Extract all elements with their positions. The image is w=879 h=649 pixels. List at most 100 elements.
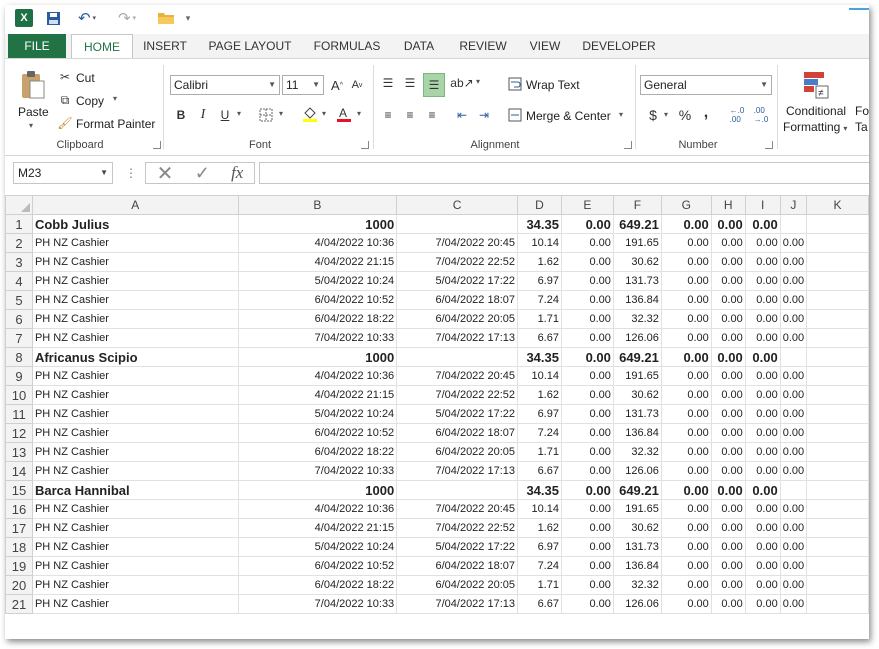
- cell[interactable]: 0.00: [779, 385, 808, 405]
- cell[interactable]: 0.00: [560, 423, 614, 443]
- cell[interactable]: 7/04/2022 17:13: [396, 328, 519, 348]
- cell[interactable]: 0.00: [710, 480, 746, 500]
- paste-button[interactable]: Paste: [18, 105, 49, 119]
- cell[interactable]: 0.00: [744, 423, 781, 443]
- row-header[interactable]: 21: [5, 594, 33, 614]
- row-header[interactable]: 20: [5, 575, 33, 595]
- column-header[interactable]: F: [612, 195, 662, 215]
- cell[interactable]: 0.00: [560, 537, 614, 557]
- cell[interactable]: 5/04/2022 10:24: [237, 271, 398, 291]
- cell[interactable]: 4/04/2022 10:36: [237, 499, 398, 519]
- cell[interactable]: 0.00: [779, 442, 808, 462]
- cell[interactable]: 7/04/2022 22:52: [396, 518, 519, 538]
- cell[interactable]: 0.00: [744, 499, 781, 519]
- cell[interactable]: 0.00: [560, 461, 614, 481]
- cell[interactable]: 0.00: [660, 385, 712, 405]
- cell[interactable]: 1.71: [517, 309, 562, 329]
- cell[interactable]: 0.00: [710, 518, 746, 538]
- font-dialog-launcher-icon[interactable]: [361, 141, 369, 149]
- cell[interactable]: 0.00: [744, 575, 781, 595]
- cell[interactable]: 0.00: [560, 328, 614, 348]
- wrap-text-icon[interactable]: [507, 75, 523, 93]
- cut-icon[interactable]: ✂: [57, 69, 73, 85]
- cell[interactable]: [806, 385, 869, 405]
- cell[interactable]: 0.00: [744, 290, 781, 310]
- cell[interactable]: 649.21: [612, 347, 662, 367]
- cell[interactable]: 4/04/2022 10:36: [237, 233, 398, 253]
- cell[interactable]: [806, 556, 869, 576]
- format-painter-icon[interactable]: 🖌: [57, 115, 73, 131]
- cell[interactable]: 0.00: [779, 309, 808, 329]
- cell[interactable]: 0.00: [710, 366, 746, 386]
- cell[interactable]: 0.00: [744, 537, 781, 557]
- cell[interactable]: 136.84: [612, 290, 662, 310]
- cell[interactable]: 0.00: [560, 480, 614, 500]
- cell[interactable]: 0.00: [660, 442, 712, 462]
- cell[interactable]: 0.00: [660, 594, 712, 614]
- select-all-corner[interactable]: [5, 195, 33, 215]
- cell[interactable]: 131.73: [612, 404, 662, 424]
- cell[interactable]: [806, 442, 869, 462]
- cell[interactable]: 0.00: [710, 442, 746, 462]
- row-header[interactable]: 16: [5, 499, 33, 519]
- orientation-dropdown-icon[interactable]: ▾: [476, 77, 480, 86]
- fill-color-icon[interactable]: [301, 103, 319, 125]
- currency-format-button[interactable]: $: [645, 105, 661, 125]
- cell[interactable]: 0.00: [710, 537, 746, 557]
- column-header[interactable]: A: [31, 195, 239, 215]
- cell[interactable]: 4/04/2022 21:15: [237, 518, 398, 538]
- cell[interactable]: PH NZ Cashier: [31, 556, 239, 576]
- cell[interactable]: PH NZ Cashier: [31, 385, 239, 405]
- cell[interactable]: 0.00: [779, 556, 808, 576]
- borders-icon[interactable]: [257, 105, 275, 125]
- cell[interactable]: [806, 480, 869, 500]
- cell[interactable]: 0.00: [660, 575, 712, 595]
- cell[interactable]: PH NZ Cashier: [31, 518, 239, 538]
- cell[interactable]: 0.00: [710, 499, 746, 519]
- cell[interactable]: 0.00: [744, 252, 781, 272]
- cell[interactable]: 0.00: [710, 594, 746, 614]
- column-header[interactable]: E: [560, 195, 614, 215]
- column-header[interactable]: D: [517, 195, 562, 215]
- column-header[interactable]: H: [710, 195, 746, 215]
- row-header[interactable]: 18: [5, 537, 33, 557]
- column-header[interactable]: G: [660, 195, 712, 215]
- confirm-entry-icon[interactable]: ✓: [195, 163, 210, 184]
- currency-dropdown-icon[interactable]: ▾: [664, 110, 668, 119]
- customize-toolbar-icon[interactable]: ▾: [183, 9, 193, 27]
- cell[interactable]: [806, 214, 869, 234]
- cell[interactable]: 0.00: [779, 461, 808, 481]
- column-header[interactable]: J: [779, 195, 808, 215]
- font-color-dropdown-icon[interactable]: ▾: [357, 109, 361, 118]
- cell[interactable]: [806, 518, 869, 538]
- cell[interactable]: PH NZ Cashier: [31, 499, 239, 519]
- cell[interactable]: 1000: [237, 347, 398, 367]
- cell[interactable]: 5/04/2022 17:22: [396, 271, 519, 291]
- cell[interactable]: PH NZ Cashier: [31, 442, 239, 462]
- cell[interactable]: 0.00: [779, 233, 808, 253]
- cell[interactable]: 6/04/2022 10:52: [237, 556, 398, 576]
- cell[interactable]: 0.00: [660, 404, 712, 424]
- decrease-font-size-icon[interactable]: Av: [349, 75, 365, 95]
- cell[interactable]: 1.62: [517, 252, 562, 272]
- cell[interactable]: 0.00: [744, 518, 781, 538]
- tab-developer[interactable]: DEVELOPER: [581, 34, 657, 58]
- cell[interactable]: PH NZ Cashier: [31, 271, 239, 291]
- cell[interactable]: 0.00: [710, 290, 746, 310]
- row-header[interactable]: 9: [5, 366, 33, 386]
- cell[interactable]: 126.06: [612, 328, 662, 348]
- cell[interactable]: [806, 290, 869, 310]
- cell[interactable]: PH NZ Cashier: [31, 309, 239, 329]
- row-header[interactable]: 6: [5, 309, 33, 329]
- cell[interactable]: PH NZ Cashier: [31, 575, 239, 595]
- cell[interactable]: 0.00: [744, 328, 781, 348]
- cell[interactable]: 0.00: [744, 214, 781, 234]
- cell[interactable]: 0.00: [779, 594, 808, 614]
- cell[interactable]: 0.00: [710, 252, 746, 272]
- cell[interactable]: 0.00: [660, 271, 712, 291]
- cell[interactable]: 6.97: [517, 271, 562, 291]
- cell[interactable]: 0.00: [660, 252, 712, 272]
- save-icon[interactable]: [45, 9, 61, 27]
- cell[interactable]: 7/04/2022 20:45: [396, 233, 519, 253]
- copy-dropdown-icon[interactable]: ▾: [113, 94, 117, 103]
